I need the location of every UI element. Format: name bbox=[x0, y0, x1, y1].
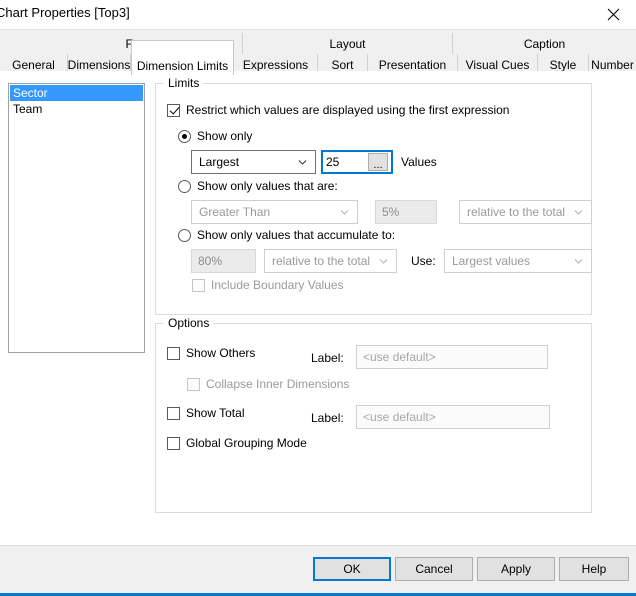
include-boundary-checkbox[interactable]: Include Boundary Values bbox=[192, 278, 344, 292]
comparison-basis-value: relative to the total bbox=[467, 205, 566, 219]
collapse-inner-dimensions-checkbox[interactable]: Collapse Inner Dimensions bbox=[187, 377, 349, 391]
limits-group-legend: Limits bbox=[164, 76, 204, 90]
radio-glyph bbox=[178, 179, 191, 193]
close-icon[interactable] bbox=[590, 0, 636, 29]
collapse-inner-dimensions-label: Collapse Inner Dimensions bbox=[206, 377, 350, 391]
chevron-down-icon bbox=[574, 208, 583, 217]
accumulate-radio[interactable]: Show only values that accumulate to: bbox=[178, 228, 395, 242]
tab-caption[interactable]: Caption bbox=[453, 33, 636, 54]
show-only-mode-combo[interactable]: Largest bbox=[191, 150, 316, 174]
list-item[interactable]: Team bbox=[10, 101, 143, 117]
checkbox-glyph bbox=[192, 278, 205, 292]
show-others-label-placeholder: <use default> bbox=[363, 350, 436, 364]
comparison-amount-input[interactable]: 5% bbox=[375, 200, 437, 224]
list-item[interactable]: Sector bbox=[10, 85, 143, 101]
chevron-down-icon bbox=[340, 208, 349, 217]
restrict-values-checkbox[interactable]: Restrict which values are displayed usin… bbox=[167, 103, 509, 117]
show-only-label: Show only bbox=[197, 129, 253, 143]
include-boundary-label: Include Boundary Values bbox=[211, 278, 344, 292]
radio-glyph bbox=[178, 228, 191, 242]
count-ellipsis-button[interactable]: ... bbox=[368, 153, 388, 171]
dialog-body: Sector Team Limits Restrict which values… bbox=[0, 71, 636, 545]
show-total-checkbox[interactable]: Show Total bbox=[167, 406, 244, 420]
global-grouping-mode-checkbox[interactable]: Global Grouping Mode bbox=[167, 436, 307, 450]
show-only-radio[interactable]: Show only bbox=[178, 129, 252, 143]
accumulate-use-value: Largest values bbox=[452, 254, 531, 268]
help-button[interactable]: Help bbox=[559, 557, 629, 581]
radio-glyph bbox=[178, 129, 191, 143]
show-only-count-input[interactable]: 25 ... bbox=[321, 150, 393, 174]
show-others-label: Show Others bbox=[186, 346, 256, 360]
global-grouping-mode-label: Global Grouping Mode bbox=[186, 436, 307, 450]
comparison-basis-combo[interactable]: relative to the total bbox=[459, 200, 592, 224]
accumulate-basis-combo[interactable]: relative to the total bbox=[264, 249, 397, 273]
accumulate-percent-input[interactable]: 80% bbox=[191, 249, 256, 273]
restrict-values-label: Restrict which values are displayed usin… bbox=[186, 103, 510, 117]
show-others-checkbox[interactable]: Show Others bbox=[167, 346, 255, 360]
values-that-are-label: Show only values that are: bbox=[197, 179, 338, 193]
accumulate-percent-value: 80% bbox=[198, 254, 223, 268]
show-total-label-input[interactable]: <use default> bbox=[356, 405, 550, 429]
accumulate-use-combo[interactable]: Largest values bbox=[444, 249, 592, 273]
checkbox-glyph bbox=[167, 436, 180, 450]
title-bar: Chart Properties [Top3] bbox=[0, 0, 636, 29]
chevron-down-icon bbox=[298, 158, 307, 167]
show-only-count-value: 25 bbox=[326, 155, 340, 169]
use-label: Use: bbox=[411, 254, 436, 268]
cancel-button[interactable]: Cancel bbox=[395, 557, 473, 581]
checkbox-glyph bbox=[167, 103, 180, 117]
comparison-operator-value: Greater Than bbox=[199, 205, 271, 219]
values-suffix-label: Values bbox=[401, 155, 437, 169]
comparison-amount-value: 5% bbox=[382, 205, 400, 219]
options-group: Options Show Others Label: <use default>… bbox=[155, 316, 592, 513]
ok-button[interactable]: OK bbox=[313, 557, 391, 581]
dialog-footer: OK Cancel Apply Help bbox=[0, 545, 636, 593]
tab-layout[interactable]: Layout bbox=[243, 33, 453, 54]
chevron-down-icon bbox=[574, 257, 583, 266]
chevron-down-icon bbox=[379, 257, 388, 266]
show-others-label-caption: Label: bbox=[311, 351, 344, 365]
checkbox-glyph bbox=[167, 346, 180, 360]
dimension-list[interactable]: Sector Team bbox=[8, 83, 145, 353]
tab-dimension-limits[interactable]: Dimension Limits bbox=[131, 40, 234, 75]
show-total-label: Show Total bbox=[186, 406, 245, 420]
tab-strip: Font Layout Caption General Dimensions D… bbox=[0, 29, 636, 75]
comparison-operator-combo[interactable]: Greater Than bbox=[191, 200, 358, 224]
checkbox-glyph bbox=[187, 377, 200, 391]
tab-row-upper: Font Layout Caption bbox=[0, 33, 636, 54]
options-group-legend: Options bbox=[164, 316, 214, 330]
checkbox-glyph bbox=[167, 406, 180, 420]
apply-button[interactable]: Apply bbox=[477, 557, 555, 581]
show-only-mode-value: Largest bbox=[199, 155, 240, 169]
accumulate-basis-value: relative to the total bbox=[272, 254, 371, 268]
show-total-label-placeholder: <use default> bbox=[363, 410, 436, 424]
values-that-are-radio[interactable]: Show only values that are: bbox=[178, 179, 338, 193]
window-title: Chart Properties [Top3] bbox=[0, 5, 130, 20]
limits-group: Limits Restrict which values are display… bbox=[155, 76, 592, 315]
chart-properties-dialog: Chart Properties [Top3] Font Layout Capt… bbox=[0, 0, 636, 596]
show-others-label-input[interactable]: <use default> bbox=[356, 345, 548, 369]
accumulate-label: Show only values that accumulate to: bbox=[197, 228, 396, 242]
show-total-label-caption: Label: bbox=[311, 411, 344, 425]
